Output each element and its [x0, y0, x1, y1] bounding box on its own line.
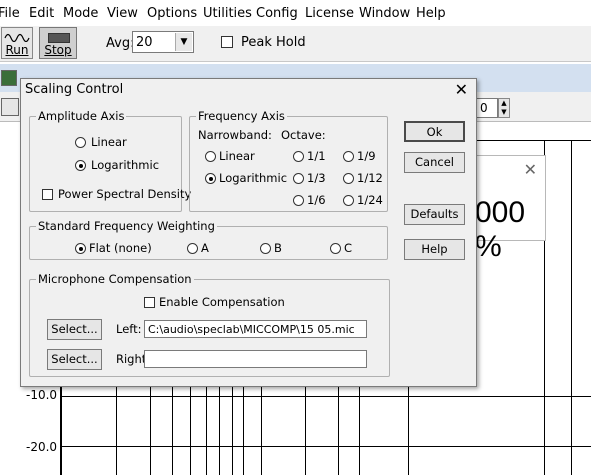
waveform-icon — [4, 33, 30, 42]
ok-button[interactable]: Ok — [404, 121, 465, 142]
run-button[interactable]: Run — [1, 27, 33, 59]
weighting-a-radio[interactable] — [187, 243, 198, 254]
microphone-compensation-title: Microphone Compensation — [36, 272, 194, 286]
octave-1-3-radio[interactable] — [293, 173, 304, 184]
weighting-flat-radio[interactable] — [75, 243, 86, 254]
octave-1-12-label: 1/12 — [357, 171, 383, 185]
frequency-weighting-title: Standard Frequency Weighting — [36, 219, 217, 233]
peak-hold-checkbox[interactable] — [221, 36, 233, 48]
menu-mode[interactable]: Mode — [63, 6, 98, 21]
select-left-button[interactable]: Select... — [47, 319, 102, 340]
narrowband-label: Narrowband: — [198, 128, 272, 142]
toolbar: Run Stop Avg: 20 ▼ Peak Hold — [0, 26, 591, 62]
menu-bar: File Edit Mode View Options Utilities Co… — [0, 0, 591, 26]
amplitude-linear-radio[interactable] — [75, 137, 86, 148]
enable-compensation-checkbox[interactable] — [144, 297, 155, 308]
octave-1-12-radio[interactable] — [343, 173, 354, 184]
close-icon[interactable]: ✕ — [524, 160, 537, 179]
amplitude-axis-group: Amplitude Axis Linear Logarithmic Power … — [29, 109, 191, 212]
menu-edit[interactable]: Edit — [29, 6, 54, 21]
weighting-c-label: C — [344, 241, 353, 255]
menu-view[interactable]: View — [107, 6, 138, 21]
y-tick-label: -20.0 — [26, 440, 58, 454]
menu-help[interactable]: Help — [416, 6, 446, 21]
frequency-weighting-group: Standard Frequency Weighting Flat (none)… — [29, 219, 388, 260]
narrowband-logarithmic-label: Logarithmic — [219, 171, 288, 185]
select-right-button[interactable]: Select... — [47, 349, 102, 370]
weighting-a-label: A — [201, 241, 209, 255]
frequency-axis-title: Frequency Axis — [196, 109, 287, 123]
close-icon[interactable]: ✕ — [455, 80, 468, 99]
amplitude-logarithmic-label: Logarithmic — [91, 158, 160, 172]
octave-1-1-label: 1/1 — [307, 149, 326, 163]
psd-label: Power Spectral Density — [58, 187, 192, 201]
avg-combobox[interactable]: 20 ▼ — [132, 31, 194, 53]
menu-window[interactable]: Window — [359, 6, 410, 21]
octave-1-6-label: 1/6 — [307, 193, 326, 207]
octave-1-24-radio[interactable] — [343, 195, 354, 206]
cancel-button[interactable]: Cancel — [404, 152, 465, 173]
psd-checkbox[interactable] — [42, 189, 53, 200]
help-button[interactable]: Help — [404, 239, 465, 260]
octave-1-24-label: 1/24 — [357, 193, 383, 207]
menu-utilities[interactable]: Utilities — [203, 6, 252, 21]
run-label: Run — [5, 43, 29, 57]
weighting-c-radio[interactable] — [330, 243, 341, 254]
peak-hold-label: Peak Hold — [241, 35, 306, 50]
spinner-arrows-icon[interactable]: ▲ ▼ — [498, 98, 510, 118]
menu-config[interactable]: Config — [256, 6, 298, 21]
amplitude-axis-title: Amplitude Axis — [36, 109, 127, 123]
right-file-field[interactable] — [144, 350, 367, 368]
y-tick-label: -10.0 — [26, 388, 58, 402]
microphone-compensation-group: Microphone Compensation Enable Compensat… — [29, 272, 390, 377]
weighting-flat-label: Flat (none) — [89, 241, 152, 255]
weighting-b-radio[interactable] — [260, 243, 271, 254]
defaults-button[interactable]: Defaults — [404, 204, 465, 225]
chevron-down-icon[interactable]: ▼ — [175, 33, 192, 51]
octave-1-1-radio[interactable] — [293, 151, 304, 162]
app-icon — [1, 70, 17, 86]
left-file-field[interactable]: C:\audio\speclab\MICCOMP\15 05.mic — [144, 320, 367, 338]
narrowband-linear-radio[interactable] — [205, 151, 216, 162]
menu-license[interactable]: License — [305, 6, 354, 21]
scaling-control-dialog: Scaling Control ✕ Amplitude Axis Linear … — [20, 78, 477, 387]
octave-1-3-label: 1/3 — [307, 171, 326, 185]
amplitude-linear-label: Linear — [91, 135, 127, 149]
menu-options[interactable]: Options — [147, 6, 197, 21]
left-label: Left: — [116, 322, 142, 336]
readout-window: ✕ 000 % — [470, 155, 546, 263]
percent-readout: 000 % — [475, 196, 526, 263]
octave-label: Octave: — [281, 128, 326, 142]
weighting-b-label: B — [274, 241, 282, 255]
octave-1-9-label: 1/9 — [357, 149, 376, 163]
enable-compensation-label: Enable Compensation — [159, 295, 285, 309]
zoom-icon[interactable] — [1, 98, 19, 116]
spinner-value[interactable]: 0 — [476, 98, 498, 118]
menu-file[interactable]: File — [0, 6, 20, 21]
frequency-axis-group: Frequency Axis Narrowband: Octave: Linea… — [189, 109, 388, 212]
amplitude-logarithmic-radio[interactable] — [75, 160, 86, 171]
narrowband-linear-label: Linear — [219, 149, 255, 163]
stop-button[interactable]: Stop — [39, 27, 77, 59]
stop-label: Stop — [44, 43, 72, 57]
octave-1-6-radio[interactable] — [293, 195, 304, 206]
stop-icon — [48, 33, 70, 43]
avg-label: Avg: — [106, 36, 135, 51]
avg-value: 20 — [136, 35, 153, 50]
narrowband-logarithmic-radio[interactable] — [205, 173, 216, 184]
octave-1-9-radio[interactable] — [343, 151, 354, 162]
dialog-title: Scaling Control — [25, 82, 124, 97]
